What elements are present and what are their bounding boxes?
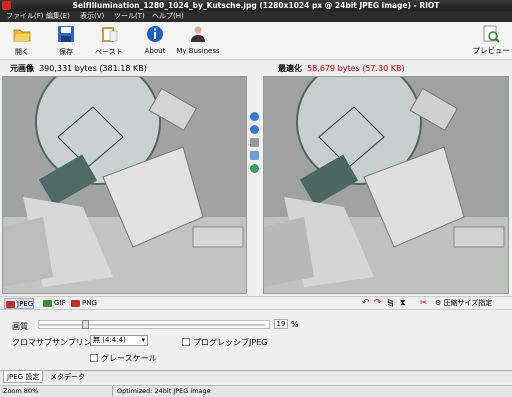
menu-bar: ファイル(F) 編集(E) 表示(V) ツール(T) ヘルプ(H)	[0, 11, 512, 22]
toolbar: 開く 保存 ペースト About My Business プレビュー	[0, 22, 512, 60]
rotate-right-icon[interactable]: ↷	[374, 298, 382, 308]
original-image-pane[interactable]	[2, 76, 247, 294]
format-jpeg-tab[interactable]: JPEG	[4, 298, 35, 309]
compress-size-label: 圧縮サイズ指定	[443, 299, 493, 307]
jpeg-icon	[6, 301, 15, 308]
flip-vertical-icon[interactable]: ⧗	[400, 298, 406, 308]
about-button[interactable]: About	[140, 25, 170, 55]
flip-horizontal-icon[interactable]: ⧎	[387, 298, 394, 307]
preview-button[interactable]: プレビュー	[472, 25, 511, 56]
about-label: About	[144, 47, 166, 55]
sync-view-icon[interactable]	[250, 164, 259, 173]
crop-icon[interactable]: ✂	[420, 298, 427, 307]
folder-open-icon	[13, 29, 31, 42]
actual-size-icon[interactable]	[250, 138, 259, 147]
quality-unit: %	[291, 320, 299, 329]
open-label: 開く	[15, 48, 29, 56]
app-icon	[2, 1, 11, 10]
menu-file[interactable]: ファイル(F)	[6, 11, 44, 22]
clipboard-icon	[102, 27, 118, 42]
fit-window-icon[interactable]	[250, 151, 259, 160]
paste-label: ペースト	[95, 48, 123, 56]
info-icon	[147, 26, 163, 42]
business-person-icon	[191, 26, 205, 42]
tab-jpeg-settings[interactable]: JPEG 設定	[3, 371, 44, 383]
paste-button[interactable]: ペースト	[92, 25, 126, 57]
settings-tabs: JPEG 設定 メタデータ	[0, 370, 512, 383]
chevron-down-icon: ▾	[141, 336, 145, 344]
preview-icon	[483, 25, 500, 43]
optimized-status: Optimized: 24bit JPEG image	[117, 387, 211, 395]
grayscale-checkbox[interactable]	[90, 354, 98, 362]
chroma-select[interactable]: 無 (4:4:4) ▾	[90, 335, 148, 346]
menu-edit[interactable]: 編集(E)	[46, 11, 70, 22]
original-size: 390,331 bytes (381.18 KB)	[39, 64, 147, 73]
optimized-size: 58,679 bytes (57.30 KB)	[307, 64, 405, 73]
format-gif-tab[interactable]: GIF	[42, 298, 66, 309]
open-button[interactable]: 開く	[8, 25, 36, 57]
my-business-button[interactable]: My Business	[176, 25, 220, 55]
png-icon	[71, 300, 80, 307]
grayscale-label: グレースケール	[101, 354, 157, 363]
quality-value[interactable]: 19	[274, 319, 288, 329]
progressive-checkbox[interactable]	[182, 338, 190, 346]
my-business-label: My Business	[176, 47, 220, 55]
optimized-image-pane[interactable]	[263, 76, 509, 294]
quality-label: 画質	[12, 322, 28, 331]
format-gif-label: GIF	[54, 299, 66, 307]
zoom-out-icon[interactable]	[250, 125, 259, 134]
menu-tools[interactable]: ツール(T)	[114, 11, 145, 22]
quality-slider-thumb[interactable]	[82, 320, 89, 329]
save-button[interactable]: 保存	[52, 25, 80, 57]
window-title: SelfIllumination_1280_1024_by_Kutsche.jp…	[72, 1, 440, 10]
quality-slider[interactable]	[38, 320, 270, 329]
gear-icon: ⚙	[435, 299, 442, 307]
zoom-tools	[249, 112, 261, 177]
tab-metadata[interactable]: メタデータ	[47, 371, 88, 383]
menu-help[interactable]: ヘルプ(H)	[152, 11, 184, 22]
save-label: 保存	[59, 48, 73, 56]
chroma-label: クロマサブサンプリング	[12, 338, 100, 347]
floppy-icon	[58, 26, 74, 42]
menu-view[interactable]: 表示(V)	[80, 11, 104, 22]
original-label: 元画像	[10, 64, 34, 73]
zoom-in-icon[interactable]	[250, 112, 259, 121]
original-header: 元画像 390,331 bytes (381.18 KB)	[10, 62, 147, 76]
optimized-label: 最適化	[278, 64, 302, 73]
format-jpeg-label: JPEG	[17, 300, 34, 308]
jpeg-settings-panel: 画質 19 % クロマサブサンプリング 無 (4:4:4) ▾ プログレッシブJ…	[0, 310, 512, 370]
optimized-image	[264, 77, 508, 293]
zoom-status: Zoom 80%	[3, 386, 113, 397]
gif-icon	[43, 300, 52, 307]
original-image	[3, 77, 246, 293]
format-bar: JPEG GIF PNG ↶ ↷ ⧎ ⧗ ✂ ⚙ 圧縮サイズ指定	[0, 296, 512, 310]
format-png-tab[interactable]: PNG	[70, 298, 97, 309]
title-bar: SelfIllumination_1280_1024_by_Kutsche.jp…	[0, 0, 512, 11]
progressive-label: プログレッシブJPEG	[193, 338, 268, 347]
rotate-left-icon[interactable]: ↶	[362, 298, 370, 308]
chroma-value: 無 (4:4:4)	[93, 336, 126, 344]
preview-label: プレビュー	[472, 46, 511, 55]
optimized-header: 最適化 58,679 bytes (57.30 KB)	[278, 62, 405, 76]
format-png-label: PNG	[82, 299, 97, 307]
compress-size-button[interactable]: ⚙ 圧縮サイズ指定	[432, 298, 495, 309]
status-bar: Zoom 80% Optimized: 24bit JPEG image	[0, 385, 512, 397]
